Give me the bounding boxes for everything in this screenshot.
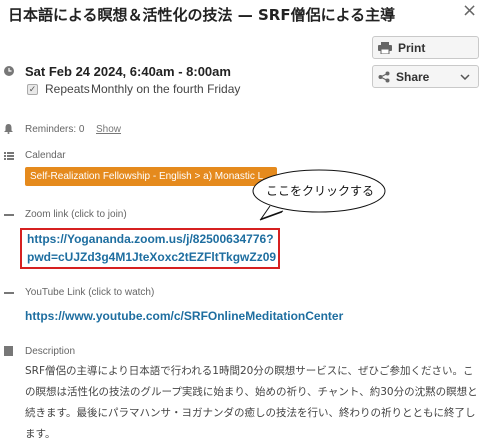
calendar-label: Calendar — [25, 150, 66, 161]
description-icon — [4, 346, 13, 356]
print-label: Print — [398, 40, 426, 55]
event-title: 日本語による瞑想＆活性化の技法 — SRF僧侶による主導 — [8, 6, 396, 24]
zoom-link-line-1[interactable]: https://Yogananda.zoom.us/j/82500634776? — [27, 232, 274, 246]
event-date-time: Sat Feb 24 2024, 6:40am - 8:00am — [25, 64, 231, 79]
reminders-show-link[interactable]: Show — [96, 124, 121, 135]
repeats-value: Monthly on the fourth Friday — [91, 82, 241, 96]
close-icon[interactable]: × — [462, 0, 477, 21]
print-button[interactable]: Print — [372, 36, 479, 59]
share-button[interactable]: Share — [372, 65, 479, 88]
youtube-link[interactable]: https://www.youtube.com/c/SRFOnlineMedit… — [25, 309, 343, 323]
callout-text: ここをクリックする — [266, 184, 375, 198]
dash-icon — [4, 214, 14, 216]
clock-icon — [4, 66, 14, 76]
youtube-link-label: YouTube Link (click to watch) — [25, 287, 155, 298]
repeats-label: Repeats — [45, 82, 90, 96]
zoom-link-line-2[interactable]: pwd=cUJZd3g4M1JteXoxc2tEZFltTkgwZz09 — [27, 250, 276, 264]
share-icon — [378, 71, 390, 82]
dash-icon — [4, 292, 14, 294]
bell-icon — [4, 124, 13, 134]
printer-icon — [378, 41, 392, 54]
share-label: Share — [396, 69, 430, 84]
description-text: SRF僧侶の主導により日本語で行われる1時間20分の瞑想サービスに、ぜひご参加く… — [25, 365, 478, 440]
reminders-label: Reminders: 0 — [25, 124, 85, 135]
list-icon — [4, 152, 14, 160]
chevron-down-icon — [460, 73, 470, 80]
repeats-checkbox[interactable]: ✓ — [27, 84, 38, 95]
description-label: Description — [25, 346, 76, 357]
zoom-link-label: Zoom link (click to join) — [25, 209, 127, 220]
